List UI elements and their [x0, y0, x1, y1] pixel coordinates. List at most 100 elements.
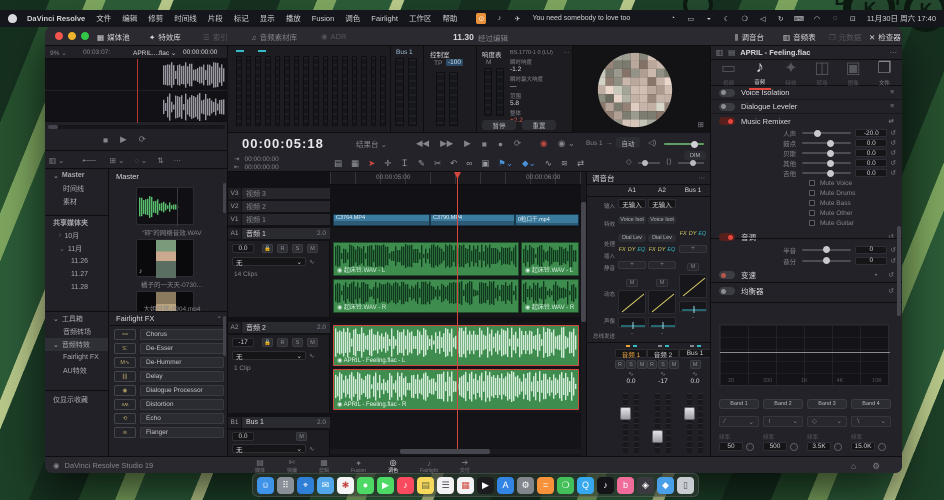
input-select[interactable]: 无输入 — [618, 199, 646, 208]
waveform-view-icon[interactable]: ∿ — [545, 158, 552, 169]
band-enable-button[interactable]: Band 2 — [763, 399, 803, 409]
spectrum-view-icon[interactable]: ≋ — [561, 158, 568, 169]
mixer-ch-a1[interactable]: A1 — [617, 187, 647, 194]
status-icon[interactable]: ❍ — [740, 13, 750, 24]
reset-icon[interactable]: ↺ — [890, 246, 896, 254]
mixer-ch-bus[interactable]: Bus 1 — [677, 187, 709, 194]
dock-app-icon[interactable]: ❍ — [557, 477, 574, 494]
strip-mute-button[interactable]: M — [637, 360, 647, 369]
a1-solo-button[interactable]: S — [292, 244, 303, 253]
param-value[interactable]: 0.0 — [855, 139, 887, 147]
band-gain-knob[interactable] — [878, 443, 886, 451]
audio-clip-selected[interactable]: ◉ APRIL - Feeling.flac - R — [333, 369, 579, 410]
a1-record-arm-button[interactable]: R — [277, 244, 288, 253]
preview-zoom-select[interactable]: 9% ⌄ — [50, 49, 67, 57]
dialogue-leveler-toggle[interactable] — [719, 103, 735, 111]
fx-item[interactable]: ≈≈ Chorus — [114, 329, 224, 340]
param-slider[interactable] — [802, 132, 851, 134]
status-icon[interactable]: ⊙ — [476, 13, 486, 24]
menubar-clock[interactable]: 11月30日 周六 17:40 — [867, 13, 936, 24]
thumb-size-slider[interactable]: •── — [82, 156, 95, 165]
input-select[interactable]: 无输入 — [648, 199, 676, 208]
strip-curve-icon[interactable]: ∿ — [615, 370, 647, 378]
stop-button[interactable]: ■ — [103, 135, 108, 145]
dock-app-icon[interactable]: ♪ — [597, 477, 614, 494]
a2-gain-value[interactable]: -17 — [232, 338, 254, 347]
band-enable-button[interactable]: Band 1 — [719, 399, 759, 409]
bus-sends[interactable]: - — [648, 330, 676, 337]
zoom-button[interactable] — [81, 32, 89, 40]
media-clip-thumb-audio[interactable] — [136, 187, 194, 225]
status-icon[interactable]: ☾ — [722, 13, 732, 24]
dock-app-icon[interactable]: A — [497, 477, 514, 494]
band-gain-knob[interactable] — [790, 443, 798, 451]
loudness-menu[interactable]: ⋯ — [564, 50, 570, 56]
sound-library-button[interactable]: ♫音频素材库 — [251, 32, 297, 43]
page-button[interactable]: ✦Fusion — [351, 459, 366, 474]
status-icon[interactable]: ⌨ — [794, 13, 804, 24]
tab-image[interactable]: ▣图像 — [838, 58, 868, 87]
insert-plugin-button[interactable]: + — [648, 261, 676, 269]
param-value[interactable]: 0.0 — [855, 159, 887, 167]
dock-app-icon[interactable]: ▶ — [477, 477, 494, 494]
dock-app-icon[interactable]: ● — [357, 477, 374, 494]
fx-chip[interactable]: Dial Lev — [618, 234, 646, 242]
status-icon[interactable]: ◠ — [812, 13, 822, 24]
a2-lock-button[interactable]: 🔒 — [262, 338, 273, 347]
param-slider[interactable] — [802, 172, 851, 174]
param-value[interactable]: 0.0 — [855, 169, 887, 177]
dock-app-icon[interactable]: ◈ — [637, 477, 654, 494]
mute-checkbox[interactable] — [809, 200, 815, 206]
reset-icon[interactable]: ↺ — [888, 287, 894, 295]
fx-au-fx[interactable]: AU特效 — [45, 364, 108, 377]
media-clip-thumb-video1[interactable]: ♪ — [136, 239, 194, 277]
inspector-toggle-button[interactable]: ✕检查器 — [869, 32, 901, 43]
param-slider[interactable] — [802, 152, 851, 154]
aux-slider-1[interactable] — [638, 162, 660, 164]
param-value[interactable]: 0 — [855, 246, 887, 254]
shared-subfolder[interactable]: 11.27 — [45, 268, 108, 281]
page-button[interactable]: ✄快编 — [287, 458, 297, 473]
strip-name[interactable]: 音频 1 — [615, 349, 647, 358]
track-header-a1[interactable]: A1音频 12.0 — [228, 228, 330, 240]
band-shape-select[interactable]: ◇⌄ — [807, 416, 847, 427]
effects-scrollbar[interactable] — [223, 316, 226, 356]
status-icon[interactable]: ↻ — [776, 13, 786, 24]
strip-fader[interactable] — [651, 393, 675, 453]
status-icon[interactable]: ◁ — [758, 13, 768, 24]
close-button[interactable] — [55, 32, 63, 40]
track-header-v1[interactable]: V1视频 1 — [228, 214, 330, 226]
param-value[interactable]: -20.0 — [855, 129, 887, 137]
fx-favorites-filter[interactable]: 仅显示收藏 — [45, 393, 108, 406]
reset-icon[interactable]: ↺ — [890, 139, 896, 147]
dock-app-icon[interactable]: b — [617, 477, 634, 494]
shared-subfolder[interactable]: 11.28 — [45, 281, 108, 294]
insert-plugin-button[interactable]: + — [618, 261, 646, 269]
b1-automation-curve-icon[interactable]: ∿ — [309, 445, 314, 453]
timeline-h-scrollbar[interactable] — [330, 449, 581, 454]
band-shape-select[interactable]: ∖⌄ — [851, 416, 891, 427]
tab-file[interactable]: ❐文件 — [869, 58, 899, 87]
track-header-a2[interactable]: A2音频 22.0 — [228, 322, 330, 334]
inspector-scrollbar[interactable] — [897, 226, 901, 316]
dock-app-icon[interactable]: ☰ — [437, 477, 454, 494]
bin-timelines[interactable]: 时间线 — [45, 182, 108, 195]
fx-item[interactable]: S⁚ De-Esser — [114, 343, 224, 354]
fx-item[interactable]: M∿ De-Hummer — [114, 357, 224, 368]
edit-tool-icon[interactable]: Ｉ — [400, 157, 409, 169]
mute-checkbox[interactable] — [809, 210, 815, 216]
shared-folder[interactable]: ›10月 — [45, 229, 108, 242]
selection-tool-icon[interactable]: ➤ — [368, 158, 375, 169]
fx-item[interactable]: ʌʍ Distortion — [114, 399, 224, 410]
fx-fairlight-fx[interactable]: Fairlight FX — [45, 351, 108, 364]
fx-audio-fx[interactable]: ⌄ 音频特效 — [45, 338, 108, 351]
metadata-button[interactable]: ❐元数据 — [829, 32, 861, 43]
mixer-menu[interactable]: ⋯ — [699, 174, 706, 182]
menu-item[interactable]: Fairlight — [371, 14, 398, 23]
band-gain-knob[interactable] — [834, 443, 842, 451]
a2-automation-curve-icon[interactable]: ∿ — [309, 352, 314, 360]
a1-mute-button[interactable]: M — [307, 244, 318, 253]
b1-mute-button[interactable]: M — [296, 432, 307, 441]
page-button[interactable]: ▦剪辑 — [319, 458, 329, 473]
meters-toggle-button[interactable]: ▥音频表 — [783, 32, 816, 43]
